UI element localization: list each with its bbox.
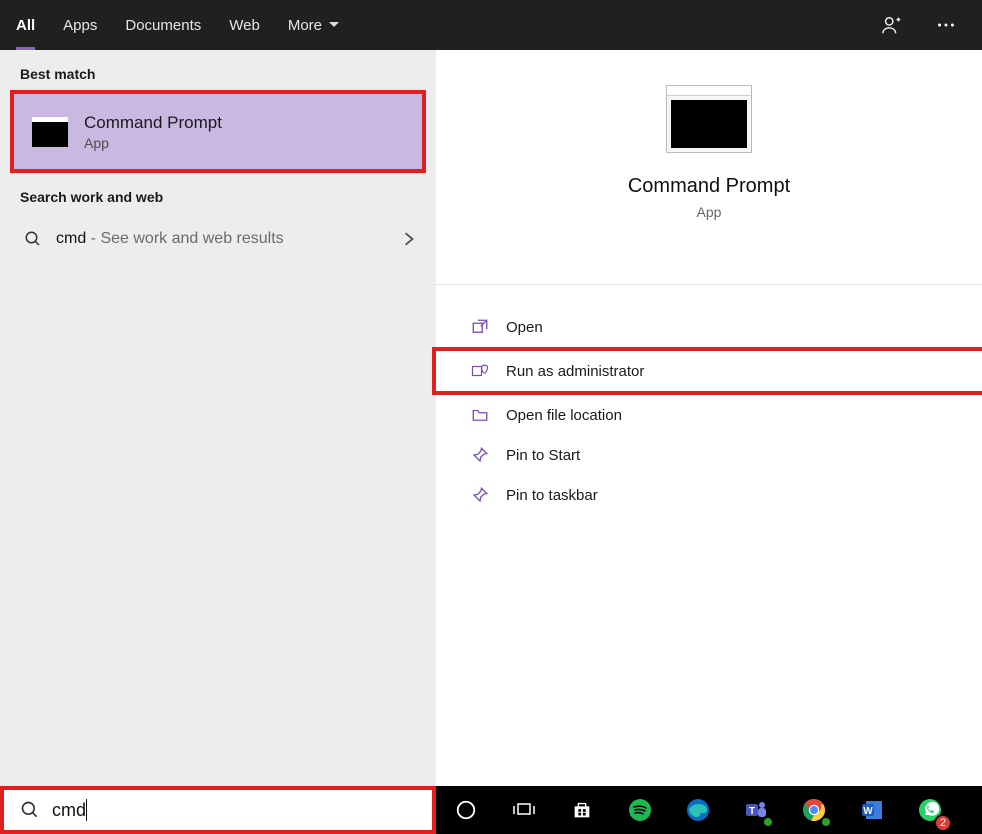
taskbar-chrome-icon[interactable]	[790, 790, 838, 830]
best-match-label: Best match	[0, 50, 436, 90]
search-window: All Apps Documents Web More	[0, 0, 982, 834]
taskbar-store-icon[interactable]	[558, 790, 606, 830]
left-pane: Best match Command Prompt App Search wor…	[0, 50, 436, 786]
pin-taskbar-icon	[470, 485, 490, 505]
actions-list: Open Run as administrator	[436, 285, 982, 537]
tab-more-label: More	[288, 17, 322, 34]
taskbar-whatsapp-icon[interactable]: 2	[906, 790, 954, 830]
taskbar-spotify-icon[interactable]	[616, 790, 664, 830]
tab-all[interactable]: All	[16, 0, 35, 50]
bottom-bar: cmd	[0, 786, 982, 834]
presence-badge-icon	[820, 816, 832, 828]
presence-badge-icon	[762, 816, 774, 828]
taskbar-edge-icon[interactable]	[674, 790, 722, 830]
pin-icon	[470, 445, 490, 465]
more-options-icon[interactable]	[932, 11, 960, 39]
taskbar-cortana-icon[interactable]	[442, 790, 490, 830]
search-web-query: cmd	[56, 230, 86, 247]
tab-web[interactable]: Web	[229, 0, 260, 50]
action-pin-to-start[interactable]: Pin to Start	[436, 435, 982, 475]
action-open-location-label: Open file location	[506, 407, 622, 424]
svg-text:W: W	[863, 806, 873, 817]
action-run-as-administrator[interactable]: Run as administrator	[432, 347, 982, 395]
action-pin-start-label: Pin to Start	[506, 447, 580, 464]
tab-documents[interactable]: Documents	[125, 0, 201, 50]
search-box[interactable]: cmd	[0, 786, 436, 834]
tabs-bar: All Apps Documents Web More	[0, 0, 982, 50]
action-run-admin-label: Run as administrator	[506, 363, 644, 380]
taskbar: T W	[436, 786, 982, 834]
text-caret	[86, 799, 87, 821]
tab-apps[interactable]: Apps	[63, 0, 97, 50]
search-value: cmd	[52, 800, 86, 821]
search-web-row[interactable]: cmd - See work and web results	[0, 213, 436, 265]
action-pin-taskbar-label: Pin to taskbar	[506, 487, 598, 504]
search-icon	[24, 230, 42, 248]
account-icon[interactable]	[878, 11, 906, 39]
app-name: Command Prompt	[628, 175, 790, 198]
chevron-right-icon	[402, 232, 416, 246]
taskbar-task-view-icon[interactable]	[500, 790, 548, 830]
search-web-label: Search work and web	[0, 173, 436, 213]
app-kind: App	[697, 204, 722, 220]
action-pin-to-taskbar[interactable]: Pin to taskbar	[436, 475, 982, 515]
taskbar-teams-icon[interactable]: T	[732, 790, 780, 830]
action-open-label: Open	[506, 319, 543, 336]
right-pane: Command Prompt App Open	[436, 50, 982, 786]
best-match-result[interactable]: Command Prompt App	[10, 90, 426, 173]
search-icon	[20, 800, 40, 820]
action-open-file-location[interactable]: Open file location	[436, 395, 982, 435]
svg-text:T: T	[749, 806, 755, 817]
app-preview: Command Prompt App	[436, 50, 982, 285]
notification-badge: 2	[934, 814, 952, 832]
search-web-text: cmd - See work and web results	[56, 230, 284, 248]
header-actions	[878, 11, 960, 39]
chevron-down-icon	[328, 19, 340, 31]
main-area: Best match Command Prompt App Search wor…	[0, 50, 982, 786]
cmd-thumb-icon	[32, 117, 68, 147]
open-icon	[470, 317, 490, 337]
admin-shield-icon	[470, 361, 490, 381]
best-match-text: Command Prompt App	[84, 113, 222, 151]
app-thumb-icon	[666, 85, 752, 153]
tabs-list: All Apps Documents Web More	[16, 0, 878, 50]
tab-more[interactable]: More	[288, 0, 340, 50]
taskbar-word-icon[interactable]: W	[848, 790, 896, 830]
action-open[interactable]: Open	[436, 307, 982, 347]
search-input[interactable]: cmd	[52, 799, 87, 821]
best-match-subtitle: App	[84, 135, 222, 151]
folder-icon	[470, 405, 490, 425]
best-match-title: Command Prompt	[84, 113, 222, 133]
search-web-suffix: - See work and web results	[86, 230, 283, 247]
